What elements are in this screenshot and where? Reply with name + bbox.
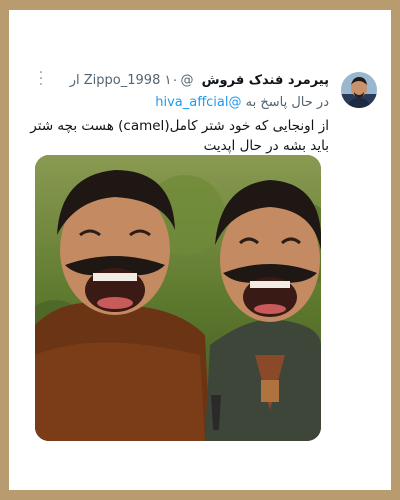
tweet-card[interactable]: · · · پیرمرد فندک فروش @Zippo_1998 ۱۰ ار د…: [9, 10, 391, 490]
reply-mention-link[interactable]: @hiva_affcial: [155, 95, 241, 110]
tweet-media[interactable]: [35, 155, 321, 441]
reply-prefix: در حال پاسخ به: [245, 95, 329, 110]
tweet-photo: [35, 155, 321, 441]
avatar[interactable]: [341, 72, 377, 108]
tweet-header: پیرمرد فندک فروش @Zippo_1998 ۱۰ ار: [29, 72, 329, 90]
reply-context: در حال پاسخ به @hiva_affcial: [29, 94, 329, 112]
display-name[interactable]: پیرمرد فندک فروش: [202, 73, 329, 88]
avatar-image: [341, 72, 377, 108]
tweet-text: از اونجایی که خود شتر کامل(camel) هست بچ…: [30, 118, 329, 154]
page-frame: · · · پیرمرد فندک فروش @Zippo_1998 ۱۰ ار د…: [9, 10, 391, 490]
